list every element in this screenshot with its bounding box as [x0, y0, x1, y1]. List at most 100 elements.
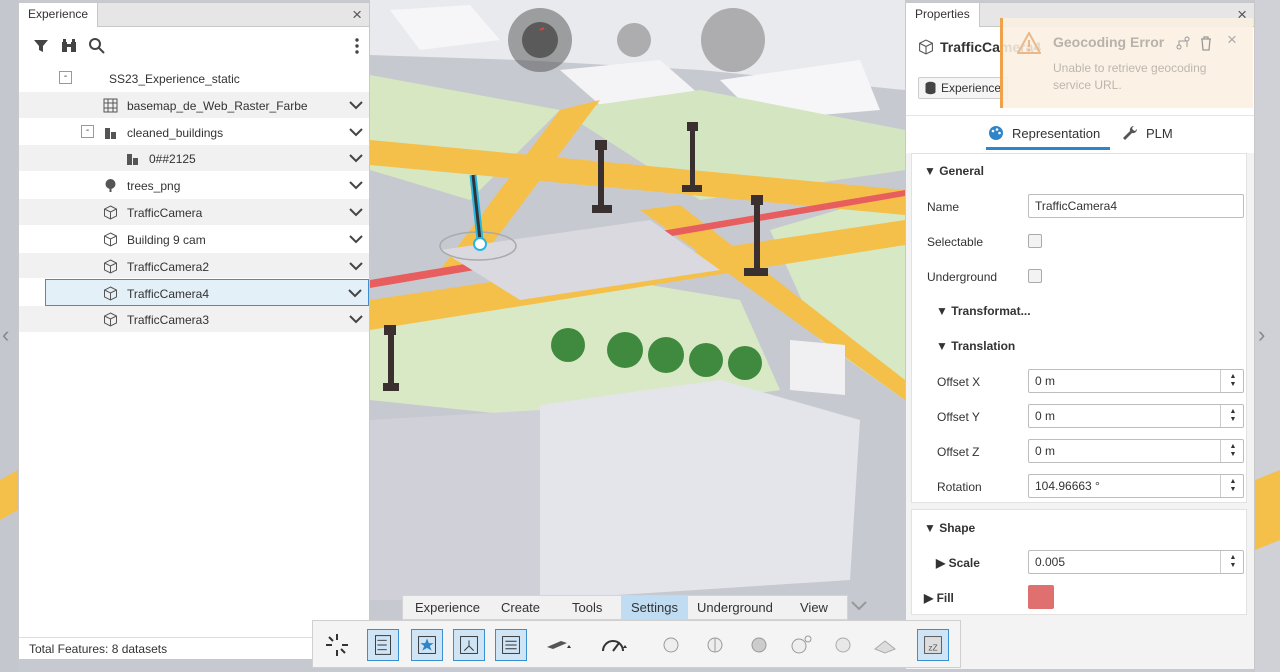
- chevron-down-icon[interactable]: [348, 288, 362, 298]
- underground-checkbox[interactable]: [1028, 269, 1042, 283]
- tree-view-icon[interactable]: [367, 629, 399, 661]
- more-vertical-icon[interactable]: [347, 36, 367, 56]
- layer-tree: - SS23_Experience_static basemap_de_Web_…: [19, 65, 369, 333]
- ambient-sphere-icon[interactable]: [827, 629, 859, 661]
- half-sphere-icon[interactable]: [699, 629, 731, 661]
- light-sphere-icon[interactable]: [785, 629, 817, 661]
- chevron-down-icon[interactable]: [349, 314, 363, 324]
- fill-color-swatch[interactable]: [1028, 585, 1054, 609]
- chevron-down-icon[interactable]: [349, 127, 363, 137]
- menu-view[interactable]: View: [790, 596, 838, 619]
- offset-z-field[interactable]: 0 m ▲ ▼: [1028, 439, 1244, 463]
- translation-header[interactable]: ▼ Translation: [936, 339, 1015, 353]
- cube-icon: [104, 259, 117, 274]
- terrain-grid-icon[interactable]: [869, 629, 901, 661]
- scale-field[interactable]: 0.005 ▲ ▼: [1028, 550, 1244, 574]
- chevron-down-icon[interactable]: [349, 180, 363, 190]
- menu-underground[interactable]: Underground: [687, 596, 783, 619]
- tree-item-label: trees_png: [127, 179, 181, 194]
- tree-item-trafficcamera4[interactable]: TrafficCamera4: [45, 279, 369, 307]
- tree-item-trafficcamera3[interactable]: TrafficCamera3: [19, 306, 369, 333]
- transformation-header[interactable]: ▼ Transformat...: [936, 304, 1031, 318]
- bottom-menu-bar: Experience Create Tools Settings Undergr…: [402, 595, 848, 620]
- fill-header[interactable]: ▶ Fill: [924, 591, 954, 605]
- hierarchy-icon[interactable]: [453, 629, 485, 661]
- tree-item-building-9-cam[interactable]: Building 9 cam: [19, 226, 369, 253]
- offset-x-value: 0 m: [1035, 374, 1056, 388]
- route-icon[interactable]: [1175, 35, 1191, 51]
- bottom-toolbar: zZ: [312, 620, 961, 668]
- tree-item-trafficcamera2[interactable]: TrafficCamera2: [19, 252, 369, 280]
- spinner-icon[interactable]: ▲ ▼: [1226, 373, 1240, 389]
- chevron-down-icon[interactable]: [850, 600, 868, 612]
- representation-tabs: Representation PLM: [906, 115, 1254, 153]
- close-icon[interactable]: ×: [352, 5, 362, 25]
- svg-text:zZ: zZ: [928, 643, 937, 653]
- sphere-icon[interactable]: [655, 629, 687, 661]
- binoculars-icon[interactable]: [59, 36, 79, 56]
- scale-header[interactable]: ▶ Scale: [936, 556, 980, 570]
- wrench-icon: [1123, 125, 1138, 140]
- general-header[interactable]: ▼ General: [924, 164, 984, 178]
- right-pan-arrow-icon[interactable]: ›: [1258, 322, 1265, 348]
- shadow-sphere-icon[interactable]: [743, 629, 775, 661]
- rotation-field[interactable]: 104.96663 ° ▲ ▼: [1028, 474, 1244, 498]
- chevron-down-icon[interactable]: [349, 207, 363, 217]
- offset-z-label: Offset Z: [937, 445, 980, 459]
- geocoding-error-toast: Geocoding Error Unable to retrieve geoco…: [1000, 18, 1253, 108]
- offset-y-field[interactable]: 0 m ▲ ▼: [1028, 404, 1244, 428]
- tree-item-root[interactable]: - SS23_Experience_static: [19, 65, 369, 92]
- tree-item-buildings[interactable]: - cleaned_buildings: [19, 119, 369, 146]
- cube-icon: [919, 39, 933, 55]
- tree-item-basemap[interactable]: basemap_de_Web_Raster_Farbe: [19, 91, 369, 119]
- spinner-icon[interactable]: ▲ ▼: [1226, 478, 1240, 494]
- tab-experience[interactable]: Experience: [19, 3, 99, 27]
- tree-item-label: TrafficCamera3: [127, 313, 210, 328]
- chevron-down-icon[interactable]: [349, 261, 363, 271]
- spinner-icon[interactable]: ▲ ▼: [1226, 443, 1240, 459]
- tree-item-trees[interactable]: trees_png: [19, 172, 369, 199]
- tree-item-trafficcamera[interactable]: TrafficCamera: [19, 198, 369, 226]
- shape-header[interactable]: ▼ Shape: [924, 521, 975, 535]
- spinner-logo-icon[interactable]: [321, 629, 353, 661]
- spinner-icon[interactable]: ▲ ▼: [1226, 554, 1240, 570]
- cube-icon: [104, 286, 117, 301]
- experience-badge[interactable]: Experience: [918, 77, 1009, 99]
- tab-plm[interactable]: PLM: [1146, 126, 1173, 141]
- name-field[interactable]: TrafficCamera4: [1028, 194, 1244, 218]
- tab-representation[interactable]: Representation: [985, 126, 1111, 150]
- chevron-down-icon[interactable]: [349, 234, 363, 244]
- tree-item-label: cleaned_buildings: [127, 125, 224, 140]
- search-icon[interactable]: [87, 36, 107, 56]
- tree-item-label: Building 9 cam: [127, 232, 206, 247]
- fly-mode-icon[interactable]: [541, 629, 573, 661]
- chevron-down-icon[interactable]: [349, 153, 363, 163]
- selectable-checkbox[interactable]: [1028, 234, 1042, 248]
- cube-icon: [104, 312, 117, 327]
- selectable-label: Selectable: [927, 235, 984, 249]
- sleep-mode-icon[interactable]: zZ: [917, 629, 949, 661]
- menu-create[interactable]: Create: [491, 596, 550, 619]
- collapse-icon[interactable]: -: [59, 71, 72, 84]
- raster-icon: [103, 98, 118, 113]
- tree-item-building-2125[interactable]: 0##2125: [19, 145, 369, 173]
- favorites-icon[interactable]: [411, 629, 443, 661]
- toast-close-icon[interactable]: ×: [1227, 30, 1237, 50]
- trash-icon[interactable]: [1198, 35, 1214, 51]
- menu-experience[interactable]: Experience: [405, 596, 490, 619]
- palette-icon: [989, 126, 1003, 140]
- menu-settings[interactable]: Settings: [621, 596, 688, 619]
- left-pan-arrow-icon[interactable]: ‹: [2, 322, 9, 348]
- filter-icon[interactable]: [31, 36, 51, 56]
- offset-x-field[interactable]: 0 m ▲ ▼: [1028, 369, 1244, 393]
- properties-view-icon[interactable]: [495, 629, 527, 661]
- gauge-icon[interactable]: [597, 629, 629, 661]
- menu-tools[interactable]: Tools: [562, 596, 612, 619]
- chevron-down-icon[interactable]: [349, 100, 363, 110]
- collapse-icon[interactable]: -: [81, 124, 94, 138]
- spinner-icon[interactable]: ▲ ▼: [1226, 408, 1240, 424]
- tab-properties[interactable]: Properties: [906, 3, 980, 27]
- tree-icon: [105, 179, 116, 193]
- tree-item-label: TrafficCamera4: [127, 287, 210, 302]
- experience-panel: Experience × - SS23_Experience_static ba…: [18, 2, 370, 660]
